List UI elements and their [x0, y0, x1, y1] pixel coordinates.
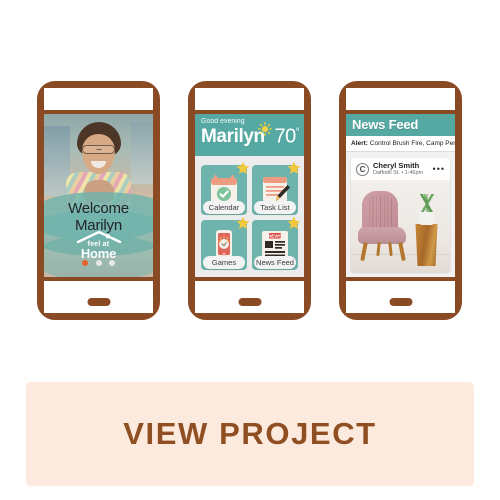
- star-icon: [236, 216, 250, 229]
- chair-stitching: [366, 195, 394, 229]
- wooden-stool: [415, 224, 438, 266]
- phone-bottom-bezel: [44, 291, 153, 313]
- app-tile-news-feed[interactable]: NEWS News Feed: [252, 216, 301, 270]
- photo-face: [82, 134, 115, 174]
- app-tile-label: Games: [203, 256, 245, 269]
- home-button[interactable]: [87, 298, 110, 306]
- sun-icon: [258, 122, 272, 136]
- welcome-line-1: Welcome: [68, 200, 129, 217]
- avatar: C: [356, 163, 369, 176]
- phone-top-bezel: [195, 88, 304, 110]
- star-icon: [287, 161, 301, 174]
- app-tile-label: Task List: [254, 201, 296, 214]
- view-project-label: VIEW PROJECT: [123, 416, 377, 451]
- phone-bottom-bezel: [346, 291, 455, 313]
- pagination-dot-1[interactable]: [82, 260, 89, 266]
- phone-mockup-welcome: Welcome Marilyn feel at Home: [37, 81, 160, 320]
- plant-pot: [419, 212, 434, 225]
- app-tile-label: Calendar: [203, 201, 245, 214]
- plant-icon: [415, 194, 439, 214]
- post-author-name: Cheryl Smith: [373, 161, 420, 170]
- app-tile-label: News Feed: [254, 256, 296, 269]
- alert-text: Control Brush Fire, Camp Pend: [369, 140, 455, 147]
- pagination-dot-3[interactable]: [108, 260, 115, 266]
- post-header: C Cheryl Smith Daffodil St. • 1:46pm •••: [351, 158, 450, 180]
- view-project-button[interactable]: VIEW PROJECT: [26, 382, 474, 486]
- phone-showcase: Welcome Marilyn feel at Home Good evenin…: [0, 0, 500, 368]
- post-image: [351, 180, 450, 272]
- ellipsis-icon[interactable]: •••: [433, 165, 445, 174]
- eyeglasses-icon: [82, 145, 115, 154]
- phone-screen-welcome: Welcome Marilyn feel at Home: [44, 110, 153, 281]
- phone-top-bezel: [44, 88, 153, 110]
- chair-leg: [360, 241, 368, 262]
- app-tile-task-list[interactable]: Task List: [252, 161, 301, 215]
- dashboard-header: Good evening Marilyn 70°: [195, 114, 304, 156]
- star-icon: [287, 216, 301, 229]
- app-tile-games[interactable]: Games: [201, 216, 250, 270]
- view-project-section: VIEW PROJECT: [0, 368, 500, 500]
- news-feed-title: News Feed: [346, 114, 455, 136]
- welcome-heading: Welcome Marilyn: [44, 200, 153, 234]
- feed-post[interactable]: C Cheryl Smith Daffodil St. • 1:46pm •••: [351, 158, 450, 272]
- phone-screen-dashboard: Good evening Marilyn 70° Calendar Task L…: [195, 110, 304, 281]
- chair-leg: [388, 241, 393, 257]
- photo-backdrop-right: [131, 122, 153, 184]
- star-icon: [236, 161, 250, 174]
- phone-mockup-newsfeed: News Feed Alert: Control Brush Fire, Cam…: [339, 81, 462, 320]
- degree-symbol: °: [295, 127, 300, 138]
- app-tile-grid: Calendar Task List Games NEWS News Feed: [195, 159, 304, 277]
- temperature-display: 70°: [274, 123, 300, 148]
- pagination-dots[interactable]: [44, 253, 153, 271]
- temperature-value: 70: [274, 125, 297, 148]
- svg-text:NEWS: NEWS: [268, 233, 282, 238]
- phone-bottom-bezel: [195, 291, 304, 313]
- app-tile-calendar[interactable]: Calendar: [201, 161, 250, 215]
- chair-leg: [398, 241, 406, 262]
- phone-screen-newsfeed: News Feed Alert: Control Brush Fire, Cam…: [346, 110, 455, 281]
- phone-top-bezel: [346, 88, 455, 110]
- post-timestamp: Daffodil St. • 1:46pm: [373, 170, 424, 176]
- phone-mockup-dashboard: Good evening Marilyn 70° Calendar Task L…: [188, 81, 311, 320]
- post-meta: Cheryl Smith Daffodil St. • 1:46pm: [373, 162, 433, 177]
- alert-banner[interactable]: Alert: Control Brush Fire, Camp Pend: [346, 136, 455, 152]
- alert-label: Alert:: [351, 140, 368, 147]
- home-button[interactable]: [238, 298, 261, 306]
- pagination-dot-2[interactable]: [95, 260, 102, 266]
- home-button[interactable]: [389, 298, 412, 306]
